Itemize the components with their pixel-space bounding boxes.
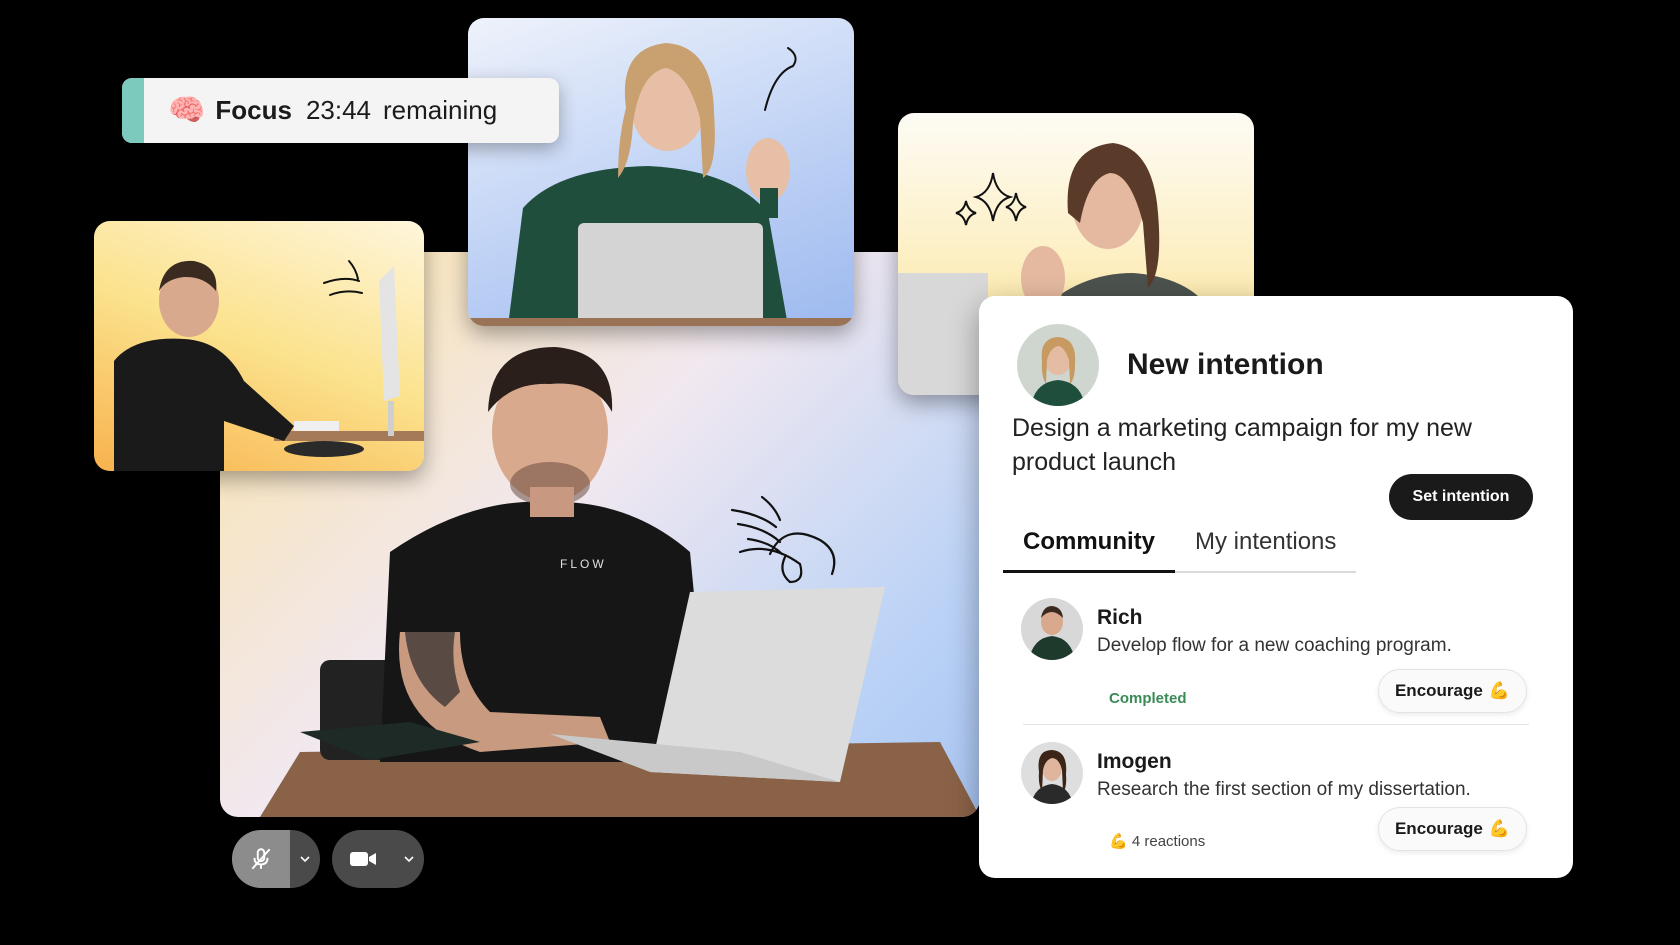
- intention-tabs: Community My intentions: [1003, 528, 1357, 573]
- reactions-label: 4 reactions: [1131, 833, 1206, 850]
- item-user-name: Rich: [1097, 606, 1143, 629]
- item-description: Develop flow for a new coaching program.: [1097, 635, 1452, 656]
- mic-options-button[interactable]: [290, 830, 320, 888]
- user-avatar: [1017, 324, 1099, 406]
- encourage-label: Encourage: [1394, 819, 1483, 838]
- focus-remaining-label: remaining: [383, 95, 498, 125]
- intention-panel: New intention Design a marketing campaig…: [979, 296, 1573, 878]
- focus-label: Focus: [215, 95, 292, 125]
- flexed-biceps-icon: 💪: [1488, 819, 1510, 838]
- camera-icon: [350, 852, 376, 866]
- call-controls: [232, 830, 424, 888]
- avatar: [1021, 598, 1083, 660]
- participant-video-left: [94, 221, 424, 471]
- tab-community[interactable]: Community: [1003, 528, 1175, 573]
- mic-muted-icon: [251, 848, 271, 870]
- mute-toggle-button[interactable]: [232, 830, 290, 888]
- item-description: Research the first section of my dissert…: [1097, 779, 1471, 800]
- set-intention-button[interactable]: Set intention: [1389, 474, 1533, 520]
- camera-options-button[interactable]: [394, 830, 424, 888]
- focus-timer-banner: 🧠 Focus 23:44 remaining: [122, 78, 559, 143]
- panel-title: New intention: [1127, 348, 1324, 381]
- encourage-label: Encourage: [1394, 681, 1483, 700]
- avatar: [1021, 742, 1083, 804]
- tab-my-intentions[interactable]: My intentions: [1175, 528, 1356, 571]
- chevron-down-icon: [300, 856, 310, 863]
- camera-control: [332, 830, 424, 888]
- encourage-button[interactable]: Encourage 💪: [1377, 807, 1527, 851]
- item-user-name: Imogen: [1097, 750, 1172, 773]
- focus-time-remaining: 23:44: [305, 95, 372, 125]
- divider: [1023, 724, 1529, 725]
- camera-toggle-button[interactable]: [332, 830, 394, 888]
- reactions-count: 💪 4 reactions: [1109, 832, 1205, 850]
- focus-accent-bar: [122, 78, 144, 143]
- intention-text[interactable]: Design a marketing campaign for my new p…: [1012, 411, 1532, 479]
- shirt-logo: FLOW: [560, 557, 607, 571]
- flexed-biceps-icon: 💪: [1488, 681, 1510, 700]
- flexed-biceps-icon: 💪: [1109, 833, 1128, 850]
- participant-video-top: [468, 18, 854, 326]
- chevron-down-icon: [404, 856, 414, 863]
- status-badge: Completed: [1109, 690, 1187, 707]
- encourage-button[interactable]: Encourage 💪: [1377, 669, 1527, 713]
- brain-icon: 🧠: [168, 93, 206, 127]
- mic-control: [232, 830, 320, 888]
